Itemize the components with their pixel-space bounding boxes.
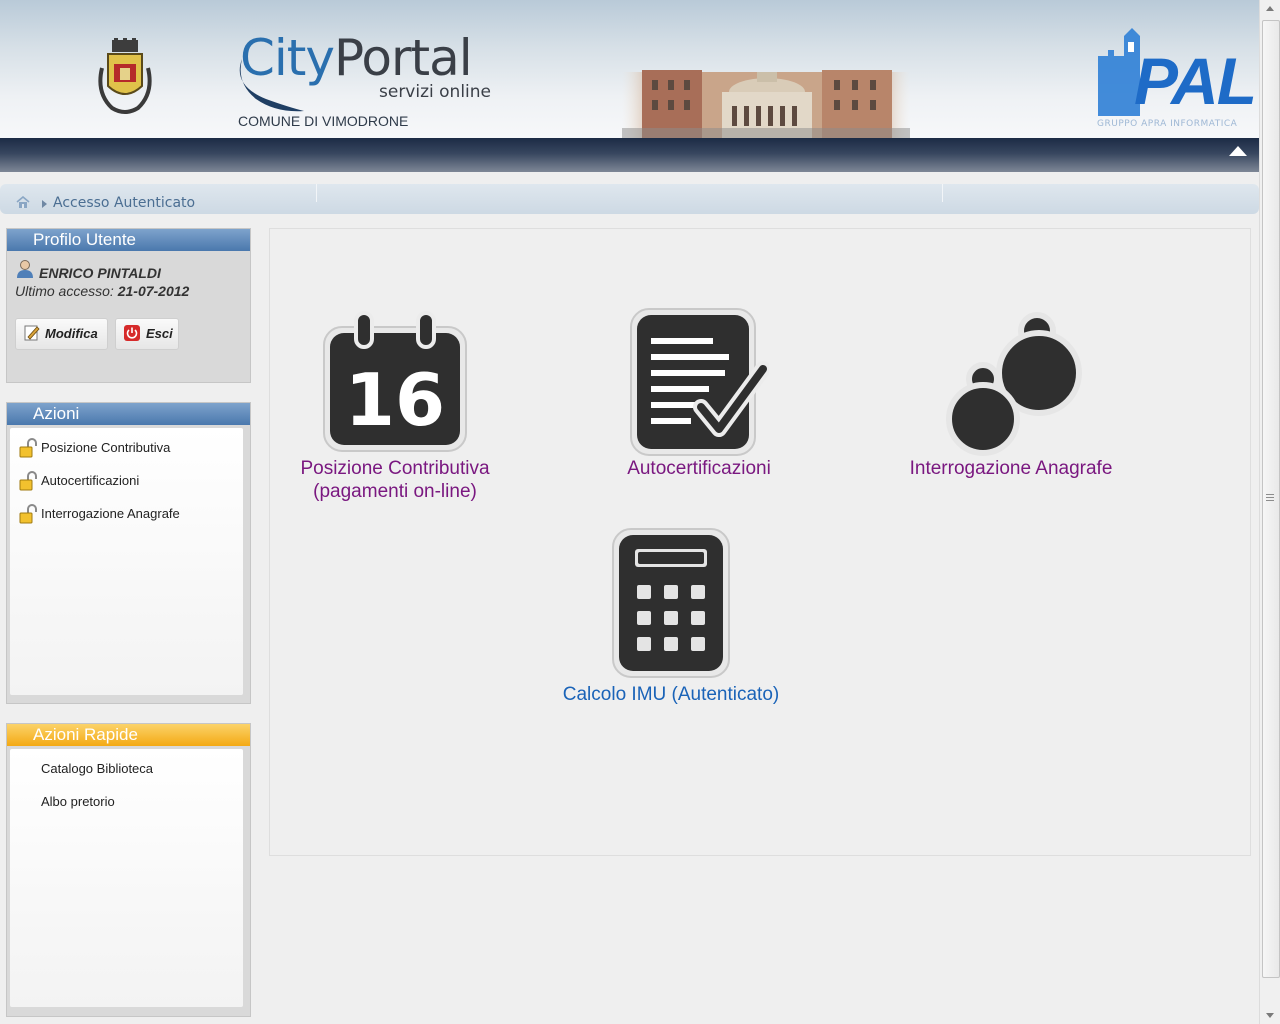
service-tile-calcolo-imu[interactable]: Calcolo IMU (Autenticato) [550,527,792,706]
nav-bar [0,138,1259,172]
service-tile-label: Calcolo IMU (Autenticato) [562,684,780,705]
buildings-banner-image [622,70,910,138]
edit-profile-label: Modifica [45,326,98,341]
pal-logo-text: PAL [1134,44,1257,118]
calendar-icon: 16 [323,311,467,452]
collapse-up-icon[interactable] [1229,146,1247,156]
service-tile-sublabel: (pagamenti on-line) [313,481,477,502]
breadcrumb: Accesso Autenticato [0,184,1259,214]
service-tile-label: Posizione Contributiva [300,458,490,479]
scroll-up-icon[interactable] [1266,6,1274,11]
user-name: ENRICO PINTALDI [39,265,161,281]
power-icon [124,325,140,341]
people-icon [946,312,1082,456]
profile-panel-title: Profilo Utente [7,229,250,251]
calculator-icon [612,528,730,678]
last-access-label: Ultimo accesso: [15,283,114,299]
actions-list [10,428,243,695]
breadcrumb-divider [316,184,317,202]
logo-subtitle: servizi online [379,82,491,102]
service-tile-interrogazione-anagrafe[interactable]: Interrogazione Anagrafe [900,307,1122,480]
quick-actions-panel: Azioni Rapide Catalogo Biblioteca Albo p… [6,723,251,1017]
action-item-label: Interrogazione Anagrafe [41,506,180,521]
edit-icon [24,325,40,341]
last-access: Ultimo accesso: 21-07-2012 [15,283,189,299]
document-check-icon [630,308,769,456]
home-icon[interactable] [16,196,30,208]
logo-city-text: City [240,29,335,87]
quick-actions-panel-title: Azioni Rapide [7,724,250,746]
actions-panel: Azioni Posizione Contributiva Autocertif… [6,402,251,704]
unlock-icon [19,438,37,458]
edit-profile-button[interactable]: Modifica [15,318,108,350]
service-tile-posizione-contributiva[interactable]: 16 Posizione Contributiva (pagamenti on-… [290,309,500,503]
scroll-down-icon[interactable] [1266,1013,1274,1018]
services-area: 16 Posizione Contributiva (pagamenti on-… [269,228,1251,856]
action-item-label: Autocertificazioni [41,473,140,488]
actions-panel-title: Azioni [7,403,250,425]
cityportal-logo: CityPortal [240,28,473,88]
logout-button[interactable]: Esci [115,318,179,350]
logo-portal-text: Portal [334,29,473,87]
breadcrumb-divider [942,184,943,202]
quick-action-label: Albo pretorio [41,794,115,809]
user-icon [17,260,33,278]
vertical-scrollbar[interactable] [1259,0,1280,1024]
profile-panel: Profilo Utente ENRICO PINTALDI Ultimo ac… [6,228,251,383]
pal-subtitle: GRUPPO APRA INFORMATICA [1097,119,1238,129]
municipal-crest-icon [98,38,152,114]
service-tile-label: Autocertificazioni [627,458,771,479]
calendar-icon-number: 16 [345,358,445,442]
action-item-label: Posizione Contributiva [41,440,171,455]
service-tile-label: Interrogazione Anagrafe [909,458,1113,479]
unlock-icon [19,471,37,491]
breadcrumb-current: Accesso Autenticato [53,195,196,211]
last-access-value: 21-07-2012 [117,283,190,299]
scrollbar-grip-icon [1266,494,1274,503]
header-banner: CityPortal servizi online COMUNE DI VIMO… [0,0,1259,138]
service-tile-autocertificazioni[interactable]: Autocertificazioni [604,307,794,480]
unlock-icon [19,504,37,524]
logout-label: Esci [146,326,173,341]
municipality-name: COMUNE DI VIMODRONE [238,113,409,129]
quick-action-label: Catalogo Biblioteca [41,761,154,776]
quick-actions-list [10,749,243,1007]
breadcrumb-chevron-icon [42,200,47,208]
